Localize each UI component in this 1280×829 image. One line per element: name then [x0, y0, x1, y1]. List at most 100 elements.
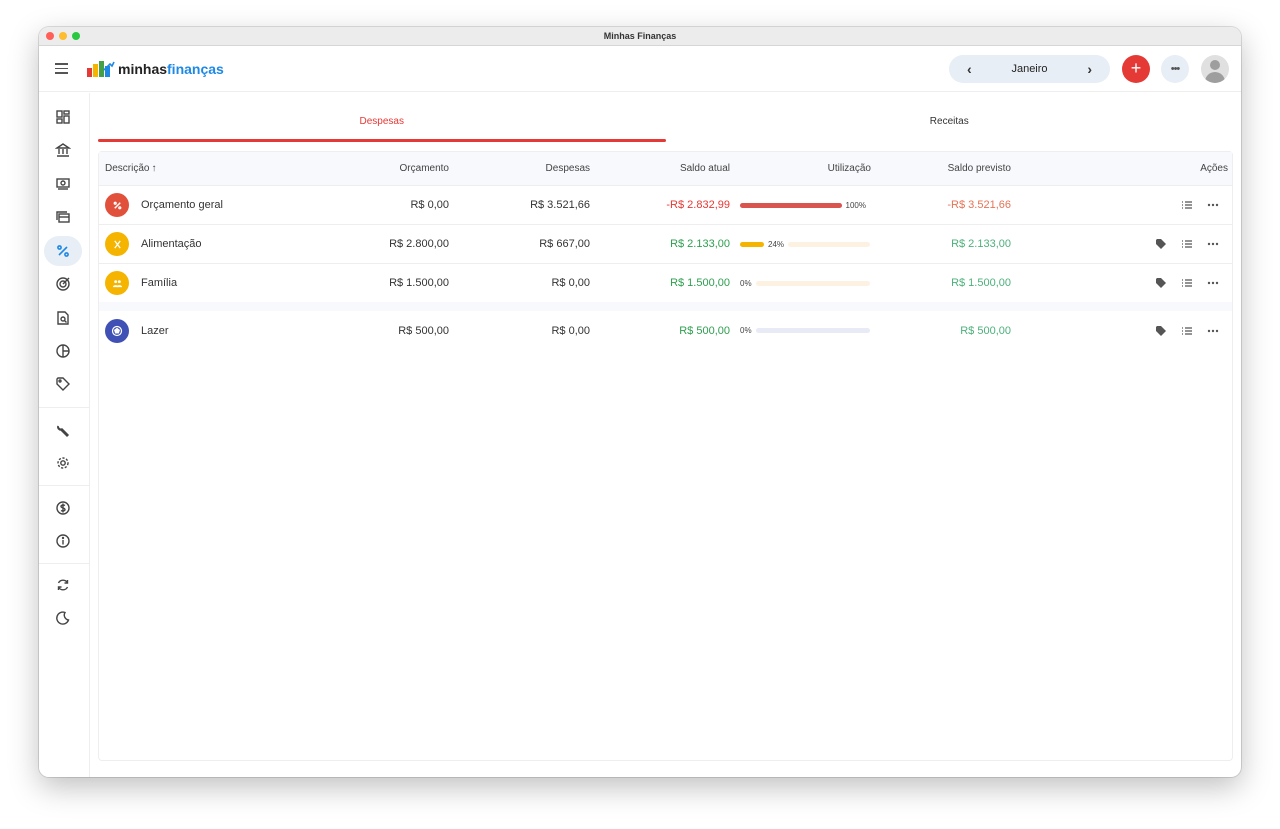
budget-table: Descrição ↑ Orçamento Despesas Saldo atua…: [98, 151, 1233, 761]
despesas-value: R$ 3.521,66: [530, 199, 590, 211]
window-controls: [46, 32, 80, 40]
saldo-atual-value: R$ 500,00: [679, 324, 730, 337]
header-utilizacao[interactable]: Utilização: [730, 163, 871, 174]
soccer-icon: [105, 318, 129, 343]
header-descricao[interactable]: Descrição ↑: [99, 163, 259, 174]
utilization-percent: 0%: [740, 326, 752, 335]
category-name: Lazer: [141, 324, 169, 337]
window-title: Minhas Finanças: [603, 31, 677, 41]
current-month[interactable]: Janeiro: [1011, 63, 1047, 75]
info-icon[interactable]: [44, 526, 82, 556]
utilization-percent: 100%: [845, 200, 866, 210]
utilization-bar: 24%: [740, 240, 870, 249]
orcamento-value: R$ 0,00: [410, 199, 449, 211]
list-icon[interactable]: [1180, 324, 1194, 338]
utilization-percent: 0%: [740, 278, 752, 288]
header-saldo-previsto[interactable]: Saldo previsto: [871, 163, 1011, 174]
logo-text-main: minhas: [118, 60, 168, 77]
category-name: Orçamento geral: [141, 199, 223, 211]
restaurant-icon: [105, 232, 129, 256]
chevron-left-icon[interactable]: ‹: [967, 61, 972, 77]
category-name: Família: [141, 277, 178, 289]
list-icon[interactable]: [1180, 198, 1194, 212]
table-row[interactable]: Lazer R$ 500,00 R$ 0,00 R$ 500,00 0% R$ …: [99, 311, 1232, 350]
more-horizontal-icon[interactable]: [1206, 198, 1220, 212]
tab-bar: Despesas Receitas: [98, 93, 1233, 149]
settings-icon[interactable]: [44, 448, 82, 478]
utilization-percent: 24%: [768, 239, 785, 249]
report-search-icon[interactable]: [44, 303, 82, 333]
header-descricao-label: Descrição: [105, 163, 150, 174]
more-horizontal-icon[interactable]: [1206, 276, 1220, 290]
orcamento-value: R$ 500,00: [398, 324, 449, 337]
app-bar: minhasfinanças ‹ Janeiro › + •••: [39, 46, 1241, 92]
header-utilizacao-label: Utilização: [827, 163, 871, 174]
more-horizontal-icon[interactable]: [1206, 237, 1220, 251]
app-window: Minhas Finanças minhasfinanças ‹ Janeiro…: [39, 27, 1241, 777]
arrow-up-icon: ↑: [151, 163, 157, 174]
title-bar: Minhas Finanças: [39, 27, 1241, 46]
more-horizontal-icon: •••: [1170, 62, 1181, 75]
logo-text-accent: finanças: [167, 60, 224, 77]
more-options-button[interactable]: •••: [1161, 54, 1189, 83]
add-button[interactable]: +: [1122, 54, 1150, 83]
month-navigator: ‹ Janeiro ›: [949, 54, 1110, 83]
table-row[interactable]: Família R$ 1.500,00 R$ 0,00 R$ 1.500,00 …: [99, 264, 1232, 311]
percent-icon: [105, 193, 129, 217]
sidebar: [39, 93, 90, 777]
category-name: Alimentação: [141, 238, 202, 250]
list-icon[interactable]: [1180, 276, 1194, 290]
wrench-icon[interactable]: [44, 415, 82, 445]
saldo-previsto-value: R$ 1.500,00: [951, 277, 1011, 289]
saldo-atual-value: R$ 2.133,00: [670, 238, 730, 250]
utilization-bar: 100%: [740, 201, 870, 210]
plus-icon: +: [1130, 58, 1142, 78]
close-window-button[interactable]: [46, 32, 54, 40]
chevron-right-icon[interactable]: ›: [1087, 61, 1092, 77]
header-despesas[interactable]: Despesas: [449, 163, 590, 174]
tag-icon[interactable]: [1154, 324, 1168, 338]
user-avatar[interactable]: [1201, 54, 1229, 83]
saldo-previsto-value: R$ 2.133,00: [951, 238, 1011, 250]
hamburger-menu-icon[interactable]: [55, 60, 73, 78]
family-icon: [105, 271, 129, 295]
table-header: Descrição ↑ Orçamento Despesas Saldo atua…: [99, 152, 1232, 186]
dollar-icon[interactable]: [44, 493, 82, 523]
bank-icon[interactable]: [44, 135, 82, 165]
table-row[interactable]: Orçamento geral R$ 0,00 R$ 3.521,66 -R$ …: [99, 186, 1232, 225]
saldo-atual-value: -R$ 2.832,99: [666, 199, 730, 211]
dark-mode-icon[interactable]: [44, 603, 82, 633]
despesas-value: R$ 0,00: [551, 277, 590, 289]
saldo-previsto-value: -R$ 3.521,66: [947, 199, 1011, 211]
orcamento-value: R$ 2.800,00: [389, 238, 449, 250]
dashboard-icon[interactable]: [44, 102, 82, 132]
main-content: Despesas Receitas Descrição ↑ Orçamento D…: [98, 93, 1233, 761]
tag-icon[interactable]: [44, 369, 82, 399]
target-icon[interactable]: [44, 269, 82, 299]
tab-receitas[interactable]: Receitas: [666, 93, 1234, 149]
table-row[interactable]: Alimentação R$ 2.800,00 R$ 667,00 R$ 2.1…: [99, 225, 1232, 264]
sync-icon[interactable]: [44, 570, 82, 600]
minimize-window-button[interactable]: [59, 32, 67, 40]
saldo-atual-value: R$ 1.500,00: [670, 277, 730, 289]
despesas-value: R$ 0,00: [551, 324, 590, 337]
list-icon[interactable]: [1180, 237, 1194, 251]
tag-icon[interactable]: [1154, 276, 1168, 290]
percent-icon[interactable]: [44, 236, 82, 266]
utilization-bar: 0%: [740, 279, 870, 288]
more-horizontal-icon[interactable]: [1206, 324, 1220, 338]
tab-despesas[interactable]: Despesas: [98, 93, 666, 149]
header-saldo-atual[interactable]: Saldo atual: [590, 163, 730, 174]
tag-icon[interactable]: [1154, 237, 1168, 251]
orcamento-value: R$ 1.500,00: [389, 277, 449, 289]
logo-icon: [87, 60, 115, 77]
header-acoes: Ações: [1200, 163, 1228, 174]
pie-chart-icon[interactable]: [44, 336, 82, 366]
cash-icon[interactable]: [44, 169, 82, 199]
cards-icon[interactable]: [44, 202, 82, 232]
despesas-value: R$ 667,00: [539, 238, 590, 250]
saldo-previsto-value: R$ 500,00: [960, 324, 1011, 337]
maximize-window-button[interactable]: [72, 32, 80, 40]
logo-text: minhasfinanças: [118, 61, 224, 77]
header-orcamento[interactable]: Orçamento: [259, 163, 449, 174]
